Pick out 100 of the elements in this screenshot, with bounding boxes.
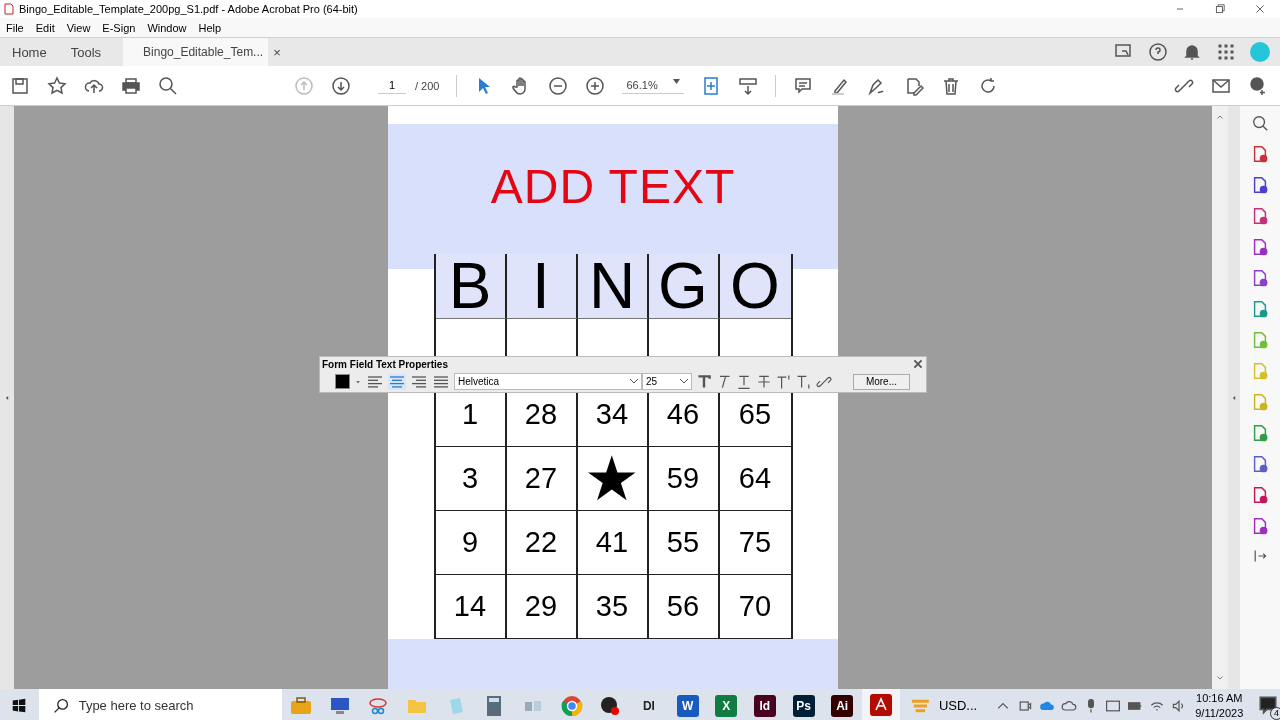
print-icon[interactable] [121,75,141,96]
taskbar-app[interactable] [861,689,901,720]
close-icon[interactable] [1254,3,1266,15]
taskbar-app[interactable]: Id [745,689,785,720]
menu-item[interactable]: Help [192,21,228,34]
taskbar-app[interactable]: X [706,689,746,720]
bingo-header-cell: I [506,253,578,319]
notification-icon[interactable] [1257,693,1280,716]
briefcase-icon [290,696,312,715]
app-tile-icon: X [715,694,738,717]
align-button[interactable] [388,373,406,390]
superscript-icon[interactable] [776,373,792,390]
bingo-cell: 75 [719,510,791,575]
tool-document-icon[interactable] [1251,238,1269,256]
search-field[interactable]: Type here to search [38,689,282,720]
edit-document-icon[interactable] [904,75,925,96]
page-down-icon[interactable] [331,75,351,96]
app-tile-icon: Ps [792,694,815,717]
align-button[interactable] [432,373,450,390]
app-tile-icon: DI [637,694,660,717]
menu-item[interactable]: Edit [29,21,61,34]
apps-grid-icon[interactable] [1216,42,1236,62]
clock-date[interactable]: 9/11/2023 [1195,705,1244,720]
app-tile-icon: W [676,694,699,717]
save-icon[interactable] [10,75,30,96]
bingo-cell: 64 [719,446,791,511]
toolbar-title: Form Field Text Properties [322,358,448,370]
browser-icon [560,694,583,717]
bingo-header-cell: G [648,253,720,319]
caret-icon [680,379,688,384]
menu-item[interactable]: Window [141,21,193,34]
folder-icon [406,697,427,714]
window-title: Bingo_Editable_Template_200pg_S1.pdf - Adobe Acrobat Pro (64-bit) [19,3,358,15]
strikethrough-icon[interactable] [756,373,772,390]
tool-document-icon[interactable] [1251,269,1269,287]
align-button[interactable] [410,373,428,390]
tool-document-icon[interactable] [1251,207,1269,225]
app-tile-icon: Id [753,694,776,717]
notification-count: 4 [1269,706,1280,720]
menu-item[interactable]: File [0,21,30,34]
bingo-cell: 27 [506,446,578,511]
tool-document-icon[interactable] [1251,176,1269,194]
add-user-icon[interactable] [1248,75,1268,96]
underline-icon[interactable] [736,373,752,390]
subscript-icon[interactable] [796,373,812,390]
app-icon [523,698,542,713]
zoom-out-icon[interactable] [548,75,569,96]
clock-time[interactable]: 10:16 AM [1195,690,1244,706]
size-dropdown[interactable]: 25 [642,373,692,390]
comment-icon[interactable] [793,75,814,96]
star-icon[interactable] [47,75,67,96]
bingo-cell: 70 [719,574,791,639]
tool-document-icon[interactable] [1251,486,1269,504]
exit-panel-icon[interactable] [1252,548,1268,564]
align-button[interactable] [366,373,384,390]
bingo-cell: 59 [648,446,720,511]
tool-document-icon[interactable] [1251,424,1269,442]
taskbar-app[interactable]: W [668,689,707,720]
bingo-cell: ★ [577,446,649,511]
search-icon[interactable] [158,75,178,96]
calculator-icon [487,695,502,716]
taskbar-app[interactable]: Ps [784,689,823,720]
more-button[interactable]: More... [852,373,910,390]
tool-document-icon[interactable] [1251,145,1269,163]
menu-item[interactable]: View [60,21,97,34]
zoom-dropdown[interactable]: 66.1% [622,77,685,94]
zoom-in-icon[interactable] [585,75,606,96]
tab-close-button[interactable]: × [273,44,281,60]
caret-icon [673,79,681,84]
help-icon[interactable] [1148,42,1168,62]
record-icon [600,695,621,716]
menu-item[interactable]: E-Sign [96,21,142,34]
bingo-cell: 41 [577,510,649,575]
close-icon[interactable] [912,358,924,370]
zoom-panel-icon[interactable] [1251,114,1269,132]
bingo-cell: 55 [648,510,720,575]
pdf-file-icon [4,3,14,15]
bingo-header-cell: O [719,253,791,319]
taskbar-app[interactable]: Ai [822,689,862,720]
taskbar-app[interactable]: DI [629,689,669,720]
bell-icon[interactable] [1182,42,1202,62]
text-field[interactable] [388,638,838,689]
acrobat-icon [869,693,892,716]
tool-document-icon[interactable] [1251,517,1269,535]
font-dropdown[interactable]: Helvetica [454,373,642,390]
scissors-icon [368,696,389,715]
tab[interactable]: Tools [58,38,114,66]
tab[interactable]: Home [0,38,59,66]
app-tile-icon: Ai [831,694,854,717]
caret-icon [630,379,638,384]
scroll-mode-icon[interactable] [738,75,759,96]
text-color-swatch[interactable] [335,374,350,389]
page-number-field[interactable]: 1 [378,77,406,94]
tool-document-icon[interactable] [1251,455,1269,473]
tool-document-icon[interactable] [1251,300,1269,318]
weather-text[interactable]: USD... [938,698,978,713]
bingo-cell: 22 [506,510,578,575]
bold-icon[interactable] [696,373,712,390]
search-icon [52,698,69,714]
restore-icon[interactable] [1214,3,1226,15]
